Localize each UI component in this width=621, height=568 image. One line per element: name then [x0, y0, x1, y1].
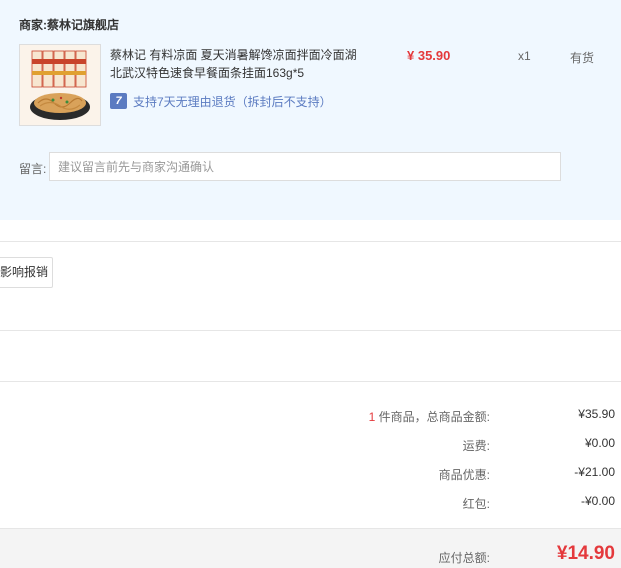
divider — [0, 330, 621, 331]
product-thumbnail[interactable] — [19, 44, 101, 126]
total-bar — [0, 528, 621, 568]
discount-label: 商品优惠: — [438, 468, 490, 482]
shipping-fee: ¥0.00 — [584, 436, 615, 450]
unit-price: ¥ 35.90 — [407, 48, 451, 63]
red-packet-amount: -¥0.00 — [580, 494, 615, 508]
remark-input[interactable] — [49, 152, 561, 181]
shop-name[interactable]: 商家:蔡林记旗舰店 — [19, 16, 119, 33]
divider — [0, 241, 621, 242]
goods-amount: ¥35.90 — [578, 407, 615, 421]
total-amount: ¥14.90 — [556, 543, 615, 564]
remark-label: 留言: — [19, 162, 47, 176]
shipping-label: 运费: — [462, 439, 490, 453]
shop-label: 商家: — [19, 18, 47, 32]
shop-name-text[interactable]: 蔡林记旗舰店 — [47, 18, 119, 32]
product-title-link[interactable]: 蔡林记 有料凉面 夏天消暑解馋凉面拌面冷面湖北武汉特色速食早餐面条挂面163g*… — [110, 46, 360, 82]
product-packets — [31, 50, 87, 88]
stock-status: 有货 — [570, 51, 595, 65]
total-label: 应付总额: — [438, 551, 490, 565]
product-image — [20, 45, 100, 125]
quantity: x1 — [518, 49, 531, 63]
seven-day-return-icon: 7 — [110, 93, 127, 109]
goods-count-label: 1 件商品，总商品金额: — [369, 408, 490, 425]
goods-amount-label: 件商品，总商品金额: — [375, 410, 490, 424]
divider — [0, 381, 621, 382]
discount-amount: -¥21.00 — [574, 465, 615, 479]
red-packet-label: 红包: — [462, 497, 490, 511]
expense-report-button[interactable]: 影响报销 — [0, 257, 53, 288]
return-policy-link[interactable]: 支持7天无理由退货（拆封后不支持） — [133, 93, 332, 110]
